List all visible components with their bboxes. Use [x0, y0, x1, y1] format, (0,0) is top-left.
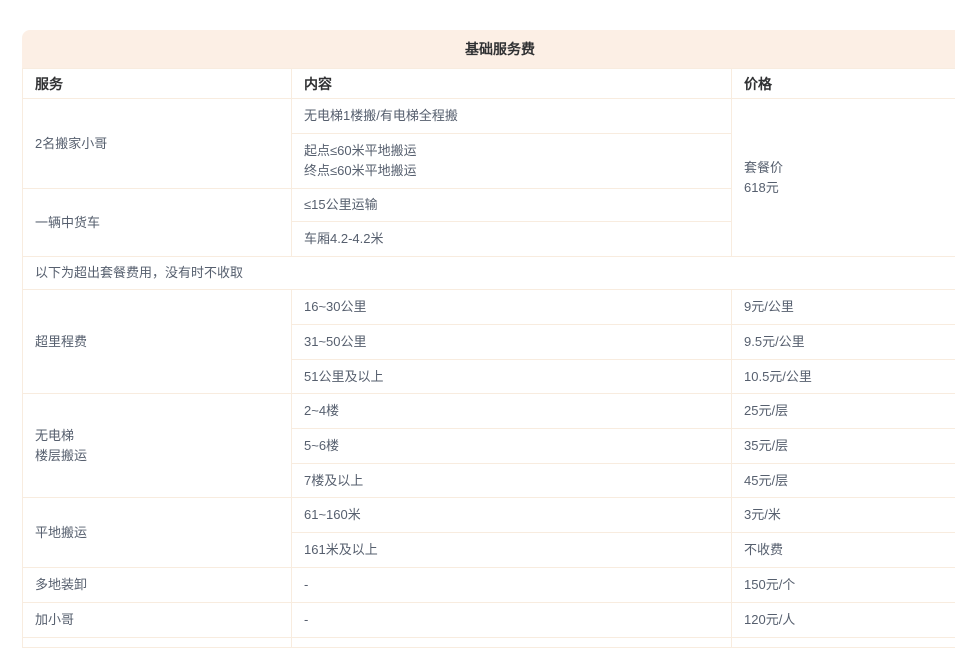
- content-cell: -: [292, 568, 732, 603]
- table-row: 多地装卸 - 150元/个: [23, 568, 955, 603]
- table-row: 加小哥 - 120元/人: [23, 603, 955, 638]
- content-cell: 7楼及以上: [292, 464, 732, 498]
- table-row: 平地搬运 61~160米 3元/米: [23, 498, 955, 533]
- service-cell: 超里程费: [23, 290, 292, 394]
- table-row: 无电梯 楼层搬运 2~4楼 25元/层: [23, 394, 955, 429]
- price-cell: 120元/人: [732, 603, 955, 638]
- content-cell: 2~4楼: [292, 394, 732, 429]
- extra-fees-note: 以下为超出套餐费用，没有时不收取: [23, 257, 955, 290]
- content-cell: ≤15公里运输: [292, 189, 732, 222]
- price-cell: 9元/公里: [732, 290, 955, 325]
- content-cell: 起点≤60米平地搬运 终点≤60米平地搬运: [292, 134, 732, 189]
- service-cell: 无电梯 楼层搬运: [23, 394, 292, 498]
- table-row: 超里程费 16~30公里 9元/公里: [23, 290, 955, 325]
- content-cell: 无电梯1楼搬/有电梯全程搬: [292, 99, 732, 134]
- pricing-table: 基础服务费 服务 内容 价格 2名搬家小哥 无电梯1楼搬/有电梯全程搬 套餐价 …: [22, 30, 955, 648]
- content-cell: 16~30公里: [292, 290, 732, 325]
- service-cell: 2名搬家小哥: [23, 99, 292, 189]
- content-cell: 31~50公里: [292, 325, 732, 360]
- table-title: 基础服务费: [465, 39, 535, 59]
- content-cell: 51公里及以上: [292, 360, 732, 394]
- table-row: 2名搬家小哥 无电梯1楼搬/有电梯全程搬 套餐价 618元: [23, 99, 955, 134]
- col-header-price: 价格: [732, 69, 955, 99]
- table-title-band: 基础服务费: [22, 30, 955, 68]
- price-cell: 25元/层: [732, 394, 955, 429]
- pricing-table-grid: 服务 内容 价格 2名搬家小哥 无电梯1楼搬/有电梯全程搬 套餐价 618元 起…: [22, 68, 955, 648]
- service-cell: 平地搬运: [23, 498, 292, 568]
- content-cell: 5~6楼: [292, 429, 732, 464]
- service-cell: 多地装卸: [23, 568, 292, 603]
- service-cell: 一辆中货车: [23, 189, 292, 257]
- price-cell: 不收费: [732, 533, 955, 568]
- table-header-row: 服务 内容 价格: [23, 69, 955, 99]
- content-cell: 161米及以上: [292, 533, 732, 568]
- price-cell: 9.5元/公里: [732, 325, 955, 360]
- price-cell: 35元/层: [732, 429, 955, 464]
- price-cell: 3元/米: [732, 498, 955, 533]
- col-header-service: 服务: [23, 69, 292, 99]
- col-header-content: 内容: [292, 69, 732, 99]
- service-cell: 加小哥: [23, 603, 292, 638]
- price-cell: 45元/层: [732, 464, 955, 498]
- note-row: 以下为超出套餐费用，没有时不收取: [23, 257, 955, 290]
- content-cell: 车厢4.2-4.2米: [292, 222, 732, 257]
- content-cell: -: [292, 603, 732, 638]
- price-cell: 10.5元/公里: [732, 360, 955, 394]
- package-price-cell: 套餐价 618元: [732, 99, 955, 257]
- price-cell: 150元/个: [732, 568, 955, 603]
- content-cell: 61~160米: [292, 498, 732, 533]
